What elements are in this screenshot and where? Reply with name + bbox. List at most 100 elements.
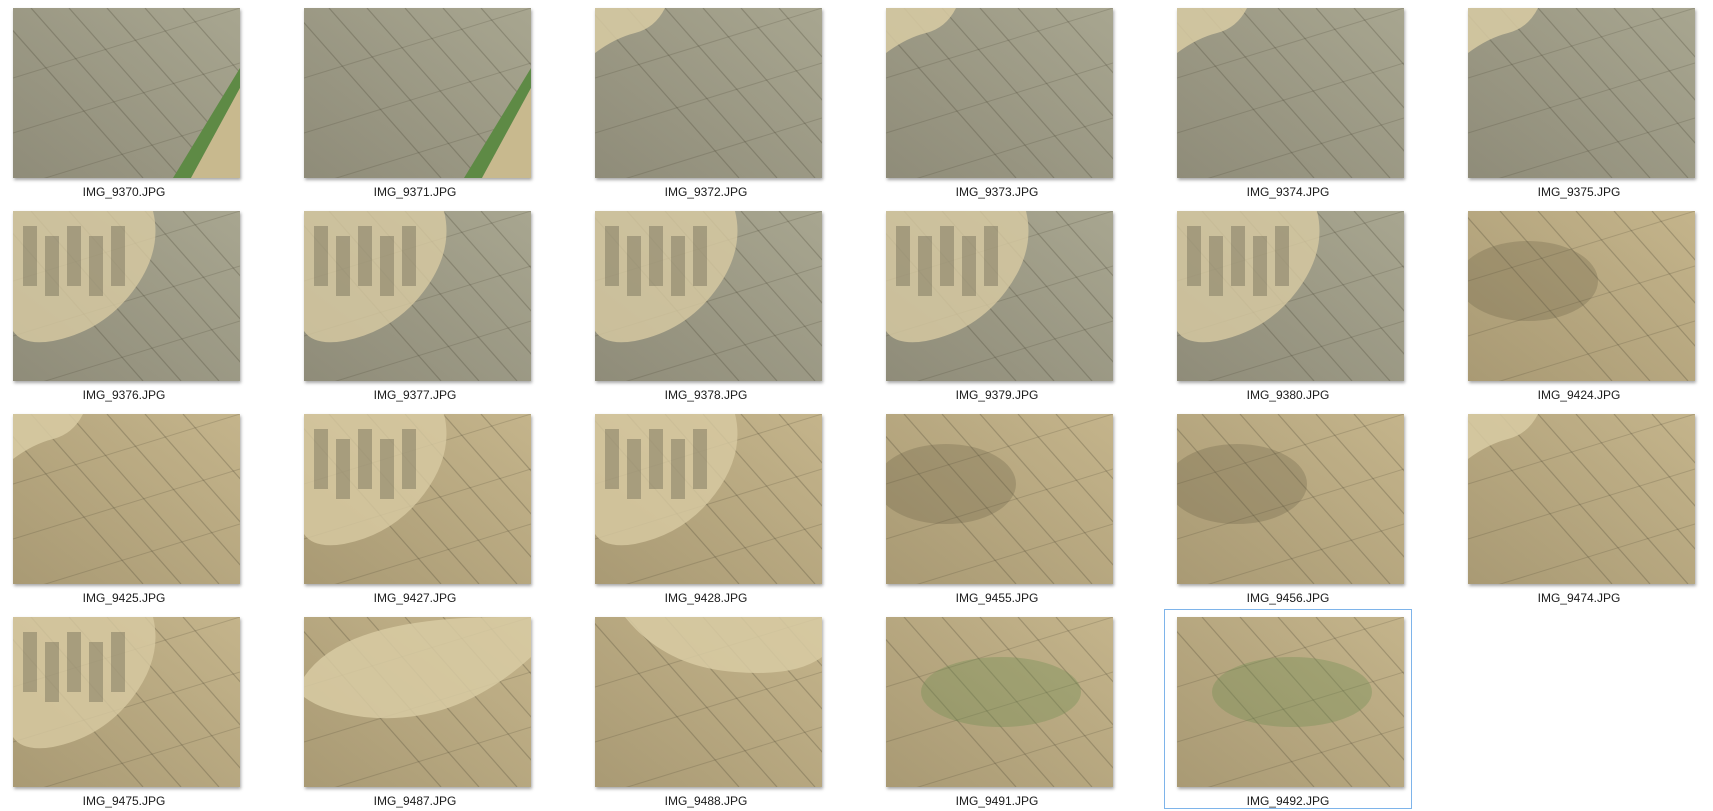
file-thumbnail[interactable]: IMG_9487.JPG bbox=[291, 609, 539, 809]
thumbnail-image[interactable] bbox=[1177, 414, 1404, 584]
aerial-field-image bbox=[1177, 8, 1404, 178]
thumbnail-image[interactable] bbox=[595, 8, 822, 178]
file-name-label[interactable]: IMG_9488.JPG bbox=[583, 794, 829, 808]
aerial-field-image bbox=[886, 8, 1113, 178]
aerial-field-image bbox=[13, 617, 240, 787]
thumbnail-image[interactable] bbox=[1468, 8, 1695, 178]
file-thumbnail[interactable]: IMG_9474.JPG bbox=[1455, 406, 1703, 606]
excavation-strip bbox=[45, 236, 59, 296]
file-thumbnail[interactable]: IMG_9376.JPG bbox=[0, 203, 248, 403]
file-name-label[interactable]: IMG_9372.JPG bbox=[583, 185, 829, 199]
thumbnail-image[interactable] bbox=[595, 211, 822, 381]
file-name-label[interactable]: IMG_9487.JPG bbox=[292, 794, 538, 808]
file-thumbnail[interactable]: IMG_9373.JPG bbox=[873, 0, 1121, 200]
file-thumbnail[interactable]: IMG_9375.JPG bbox=[1455, 0, 1703, 200]
aerial-field-image bbox=[595, 8, 822, 178]
file-name-label[interactable]: IMG_9455.JPG bbox=[874, 591, 1120, 605]
file-name-label[interactable]: IMG_9474.JPG bbox=[1456, 591, 1702, 605]
excavation-strip bbox=[1187, 226, 1201, 286]
file-name-label[interactable]: IMG_9427.JPG bbox=[292, 591, 538, 605]
file-thumbnail[interactable]: IMG_9455.JPG bbox=[873, 406, 1121, 606]
excavation-strip bbox=[627, 439, 641, 499]
thumbnail-image[interactable] bbox=[886, 8, 1113, 178]
excavation-strip bbox=[693, 226, 707, 286]
thumbnail-image[interactable] bbox=[1468, 414, 1695, 584]
aerial-field-image bbox=[13, 8, 240, 178]
file-name-label[interactable]: IMG_9371.JPG bbox=[292, 185, 538, 199]
file-thumbnail[interactable]: IMG_9492.JPG bbox=[1164, 609, 1412, 809]
aerial-field-image bbox=[595, 211, 822, 381]
file-name-label[interactable]: IMG_9428.JPG bbox=[583, 591, 829, 605]
excavation-strip bbox=[67, 226, 81, 286]
file-thumbnail[interactable]: IMG_9380.JPG bbox=[1164, 203, 1412, 403]
file-name-label[interactable]: IMG_9424.JPG bbox=[1456, 388, 1702, 402]
thumbnail-image[interactable] bbox=[304, 617, 531, 787]
vegetation-patch bbox=[1212, 657, 1372, 727]
file-name-label[interactable]: IMG_9456.JPG bbox=[1165, 591, 1411, 605]
excavation-strip bbox=[380, 439, 394, 499]
file-name-label[interactable]: IMG_9375.JPG bbox=[1456, 185, 1702, 199]
aerial-field-image bbox=[595, 414, 822, 584]
file-thumbnail[interactable]: IMG_9488.JPG bbox=[582, 609, 830, 809]
thumbnail-image[interactable] bbox=[304, 8, 531, 178]
file-thumbnail[interactable]: IMG_9491.JPG bbox=[873, 609, 1121, 809]
thumbnail-image[interactable] bbox=[304, 211, 531, 381]
excavation-strip bbox=[23, 632, 37, 692]
thumbnail-image[interactable] bbox=[13, 617, 240, 787]
file-name-label[interactable]: IMG_9492.JPG bbox=[1165, 794, 1411, 808]
file-thumbnail[interactable]: IMG_9424.JPG bbox=[1455, 203, 1703, 403]
file-thumbnail[interactable]: IMG_9378.JPG bbox=[582, 203, 830, 403]
file-name-label[interactable]: IMG_9380.JPG bbox=[1165, 388, 1411, 402]
aerial-field-image bbox=[886, 414, 1113, 584]
file-thumbnail[interactable]: IMG_9428.JPG bbox=[582, 406, 830, 606]
aerial-field-image bbox=[1468, 414, 1695, 584]
aerial-field-image bbox=[304, 617, 531, 787]
thumbnail-image[interactable] bbox=[886, 414, 1113, 584]
thumbnail-image[interactable] bbox=[13, 211, 240, 381]
excavation-strip bbox=[314, 429, 328, 489]
file-thumbnail[interactable]: IMG_9370.JPG bbox=[0, 0, 248, 200]
thumbnail-image[interactable] bbox=[13, 8, 240, 178]
thumbnail-image[interactable] bbox=[1177, 211, 1404, 381]
file-thumbnail[interactable]: IMG_9456.JPG bbox=[1164, 406, 1412, 606]
file-name-label[interactable]: IMG_9378.JPG bbox=[583, 388, 829, 402]
thumbnail-image[interactable] bbox=[1177, 617, 1404, 787]
file-thumbnail[interactable]: IMG_9371.JPG bbox=[291, 0, 539, 200]
thumbnail-image[interactable] bbox=[1468, 211, 1695, 381]
excavation-strip bbox=[940, 226, 954, 286]
file-name-label[interactable]: IMG_9379.JPG bbox=[874, 388, 1120, 402]
excavation-strip bbox=[605, 226, 619, 286]
file-thumbnail[interactable]: IMG_9377.JPG bbox=[291, 203, 539, 403]
thumbnail-image[interactable] bbox=[304, 414, 531, 584]
file-name-label[interactable]: IMG_9373.JPG bbox=[874, 185, 1120, 199]
file-name-label[interactable]: IMG_9370.JPG bbox=[1, 185, 247, 199]
file-thumbnail[interactable]: IMG_9374.JPG bbox=[1164, 0, 1412, 200]
file-name-label[interactable]: IMG_9374.JPG bbox=[1165, 185, 1411, 199]
excavation-strip bbox=[402, 429, 416, 489]
excavation-strip bbox=[402, 226, 416, 286]
thumbnail-image[interactable] bbox=[886, 617, 1113, 787]
file-name-label[interactable]: IMG_9475.JPG bbox=[1, 794, 247, 808]
file-name-label[interactable]: IMG_9377.JPG bbox=[292, 388, 538, 402]
aerial-field-image bbox=[1468, 211, 1695, 381]
thumbnail-image[interactable] bbox=[595, 414, 822, 584]
aerial-field-image bbox=[1177, 211, 1404, 381]
thumbnail-image[interactable] bbox=[886, 211, 1113, 381]
file-thumbnail[interactable]: IMG_9427.JPG bbox=[291, 406, 539, 606]
file-thumbnail[interactable]: IMG_9372.JPG bbox=[582, 0, 830, 200]
file-thumbnail[interactable]: IMG_9475.JPG bbox=[0, 609, 248, 809]
excavation-strip bbox=[1209, 236, 1223, 296]
thumbnail-image[interactable] bbox=[13, 414, 240, 584]
thumbnail-image[interactable] bbox=[1177, 8, 1404, 178]
excavation-strip bbox=[962, 236, 976, 296]
file-thumbnail[interactable]: IMG_9425.JPG bbox=[0, 406, 248, 606]
excavation-strip bbox=[67, 632, 81, 692]
file-name-label[interactable]: IMG_9425.JPG bbox=[1, 591, 247, 605]
file-name-label[interactable]: IMG_9491.JPG bbox=[874, 794, 1120, 808]
file-name-label[interactable]: IMG_9376.JPG bbox=[1, 388, 247, 402]
file-thumbnail[interactable]: IMG_9379.JPG bbox=[873, 203, 1121, 403]
excavation-strip bbox=[605, 429, 619, 489]
aerial-field-image bbox=[1177, 617, 1404, 787]
excavation-strip bbox=[111, 632, 125, 692]
thumbnail-image[interactable] bbox=[595, 617, 822, 787]
